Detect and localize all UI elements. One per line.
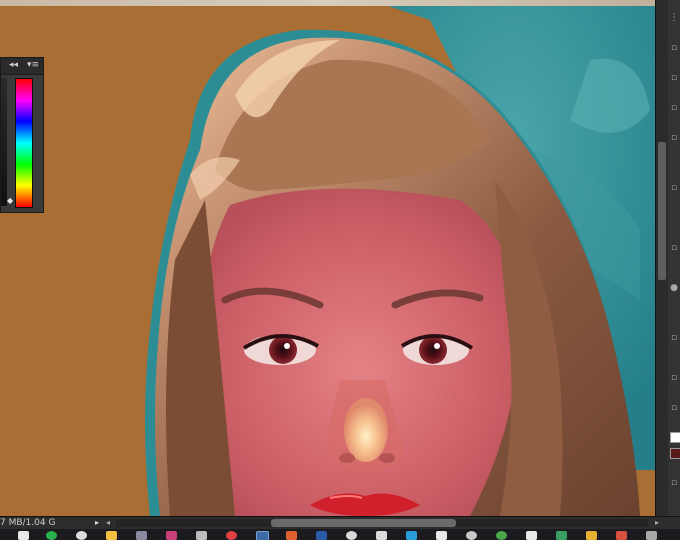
taskbar xyxy=(0,529,680,540)
foreground-color-swatch[interactable] xyxy=(670,448,680,459)
status-menu-arrow-icon[interactable]: ▸ xyxy=(95,517,99,529)
taskbar-app-icon[interactable] xyxy=(586,531,597,540)
taskbar-app-icon[interactable] xyxy=(406,531,417,540)
taskbar-app-icon[interactable] xyxy=(196,531,207,540)
artwork-canvas[interactable] xyxy=(0,0,655,516)
dock-icon[interactable]: ▫ xyxy=(668,70,680,86)
color-panel[interactable]: ◂◂ ▾≡ ◆ xyxy=(0,57,44,213)
scroll-left-arrow-icon[interactable]: ◂ xyxy=(106,517,110,529)
status-bar: 7 MB/1.04 G ▸ ◂ ▸ xyxy=(0,516,680,529)
color-panel-header[interactable]: ◂◂ ▾≡ xyxy=(1,58,43,75)
taskbar-app-icon[interactable] xyxy=(256,531,269,540)
scroll-right-arrow-icon[interactable]: ▸ xyxy=(655,517,659,529)
dock-icon[interactable]: ⋮ xyxy=(668,10,680,26)
right-panel-dock: ⋮ ▫ ▫ ▫ ▫ ▫ ▫ ● ▫ ▫ ▫ ▫ xyxy=(668,0,680,516)
dock-icon[interactable]: ▫ xyxy=(668,400,680,416)
taskbar-app-icon[interactable] xyxy=(46,531,57,540)
dock-icon[interactable]: ▫ xyxy=(668,475,680,491)
document-size: 7 MB/1.04 G xyxy=(0,518,56,528)
canvas-top-edge xyxy=(0,0,655,6)
taskbar-app-icon[interactable] xyxy=(226,531,237,540)
dock-icon[interactable]: ▫ xyxy=(668,330,680,346)
vertical-scroll-thumb[interactable] xyxy=(658,142,666,280)
taskbar-app-icon[interactable] xyxy=(286,531,297,540)
color-value-strip[interactable] xyxy=(1,78,7,206)
taskbar-app-icon[interactable] xyxy=(136,531,147,540)
taskbar-app-icon[interactable] xyxy=(526,531,537,540)
vertical-scrollbar[interactable] xyxy=(655,0,668,516)
taskbar-app-icon[interactable] xyxy=(76,531,87,540)
taskbar-app-icon[interactable] xyxy=(376,531,387,540)
horizontal-scrollbar[interactable] xyxy=(116,519,648,527)
taskbar-app-icon[interactable] xyxy=(496,531,507,540)
taskbar-app-icon[interactable] xyxy=(616,531,627,540)
taskbar-app-icon[interactable] xyxy=(556,531,567,540)
dock-icon[interactable]: ▫ xyxy=(668,40,680,56)
taskbar-app-icon[interactable] xyxy=(316,531,327,540)
dock-icon[interactable]: ▫ xyxy=(668,180,680,196)
taskbar-app-icon[interactable] xyxy=(466,531,477,540)
taskbar-app-icon[interactable] xyxy=(18,531,29,540)
horizontal-scroll-thumb[interactable] xyxy=(271,519,456,527)
collapse-icon[interactable]: ◂◂ xyxy=(9,60,18,70)
color-spectrum[interactable] xyxy=(15,78,33,208)
dock-icon[interactable]: ● xyxy=(668,280,680,296)
dock-icon[interactable]: ▫ xyxy=(668,370,680,386)
taskbar-app-icon[interactable] xyxy=(436,531,447,540)
portrait-painting xyxy=(145,0,655,516)
panel-menu-icon[interactable]: ▾≡ xyxy=(27,60,39,70)
taskbar-app-icon[interactable] xyxy=(166,531,177,540)
taskbar-app-icon[interactable] xyxy=(346,531,357,540)
background-color-swatch[interactable] xyxy=(670,432,680,443)
spectrum-marker-icon[interactable]: ◆ xyxy=(7,196,13,205)
dock-icon[interactable]: ▫ xyxy=(668,240,680,256)
taskbar-app-icon[interactable] xyxy=(646,531,657,540)
dock-icon[interactable]: ▫ xyxy=(668,100,680,116)
taskbar-app-icon[interactable] xyxy=(106,531,117,540)
dock-icon[interactable]: ▫ xyxy=(668,130,680,146)
